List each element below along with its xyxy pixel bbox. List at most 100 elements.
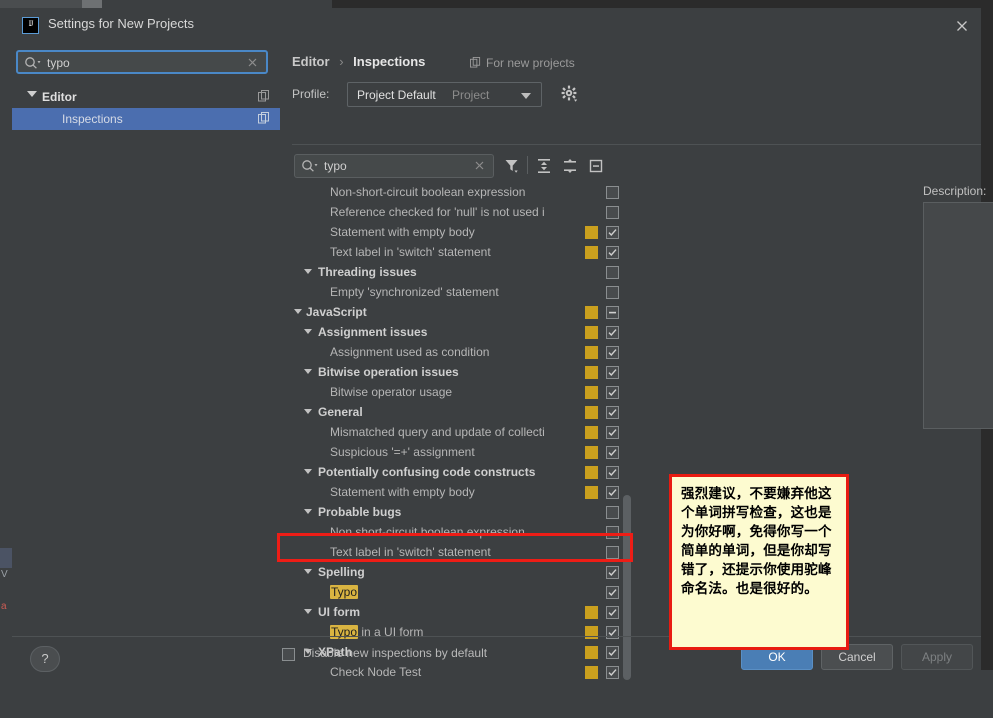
copy-icon[interactable] — [258, 90, 270, 105]
sidebar-item-editor[interactable]: Editor — [12, 86, 280, 108]
clear-icon[interactable] — [246, 56, 259, 72]
inspection-checkbox[interactable] — [606, 326, 619, 339]
inspection-row-label: Empty 'synchronized' statement — [330, 285, 499, 299]
inspection-row[interactable]: Empty 'synchronized' statement — [294, 282, 634, 302]
inspection-row[interactable]: Mismatched query and update of collecti — [294, 422, 634, 442]
chevron-down-icon[interactable] — [304, 509, 312, 514]
severity-swatch[interactable] — [585, 606, 598, 619]
inspection-row[interactable]: Reference checked for 'null' is not used… — [294, 202, 634, 222]
filter-icon[interactable] — [502, 156, 522, 176]
inspection-checkbox[interactable] — [606, 526, 619, 539]
inspection-checkbox[interactable] — [606, 266, 619, 279]
inspection-row-label: Probable bugs — [318, 505, 402, 519]
gear-icon[interactable] — [560, 84, 582, 106]
inspection-checkbox[interactable] — [606, 546, 619, 559]
severity-swatch[interactable] — [585, 346, 598, 359]
inspection-checkbox[interactable] — [606, 246, 619, 259]
inspection-row[interactable]: General — [294, 402, 634, 422]
expand-all-icon[interactable] — [534, 156, 554, 176]
inspection-row[interactable]: Potentially confusing code constructs — [294, 462, 634, 482]
breadcrumb: Editor › Inspections — [292, 54, 425, 69]
breadcrumb-parent[interactable]: Editor — [292, 54, 330, 69]
severity-swatch[interactable] — [585, 426, 598, 439]
profile-label: Profile: — [292, 87, 330, 101]
inspection-row[interactable]: Bitwise operation issues — [294, 362, 634, 382]
inspection-checkbox[interactable] — [606, 426, 619, 439]
group-by-icon[interactable] — [586, 156, 606, 176]
clear-icon[interactable] — [473, 159, 486, 175]
severity-swatch[interactable] — [585, 386, 598, 399]
inspection-row[interactable]: Assignment used as condition — [294, 342, 634, 362]
inspection-checkbox[interactable] — [606, 446, 619, 459]
severity-swatch[interactable] — [585, 366, 598, 379]
chevron-down-icon[interactable] — [27, 91, 37, 97]
chevron-down-icon[interactable] — [304, 269, 312, 274]
inspection-row[interactable]: Non-short-circuit boolean expression — [294, 182, 634, 202]
inspection-row[interactable]: Bitwise operator usage — [294, 382, 634, 402]
inspection-row-label: Potentially confusing code constructs — [318, 465, 536, 479]
chevron-down-icon[interactable] — [304, 369, 312, 374]
inspection-checkbox[interactable] — [606, 386, 619, 399]
collapse-all-icon[interactable] — [560, 156, 580, 176]
for-new-projects-text: For new projects — [486, 56, 575, 70]
severity-swatch[interactable] — [585, 466, 598, 479]
inspection-row-label: Threading issues — [318, 265, 417, 279]
sidebar-item-inspections[interactable]: Inspections — [12, 108, 280, 130]
inspection-checkbox[interactable] — [606, 466, 619, 479]
inspection-row[interactable]: Probable bugs — [294, 502, 634, 522]
inspection-row-label: UI form — [318, 605, 360, 619]
inspection-checkbox[interactable] — [606, 366, 619, 379]
chevron-down-icon[interactable] — [304, 569, 312, 574]
inspection-checkbox[interactable] — [606, 226, 619, 239]
inspection-row[interactable]: Threading issues — [294, 262, 634, 282]
inspection-checkbox[interactable] — [606, 406, 619, 419]
inspections-panel: Editor › Inspections For new projects Pr… — [280, 42, 993, 680]
annotation-note: 强烈建议，不要嫌弃他这个单词拼写检查，这也是为你好啊，免得你写一个简单的单词，但… — [669, 474, 849, 650]
severity-swatch[interactable] — [585, 246, 598, 259]
inspection-row[interactable]: Text label in 'switch' statement — [294, 242, 634, 262]
inspection-checkbox[interactable] — [606, 506, 619, 519]
chevron-down-icon[interactable] — [304, 409, 312, 414]
inspection-search-input[interactable]: typo — [294, 154, 494, 178]
severity-swatch[interactable] — [585, 406, 598, 419]
inspection-checkbox[interactable] — [606, 306, 619, 319]
inspection-row[interactable]: Spelling — [294, 562, 634, 582]
chevron-down-icon[interactable] — [294, 309, 302, 314]
inspection-row[interactable]: JavaScript — [294, 302, 634, 322]
inspection-checkbox[interactable] — [606, 206, 619, 219]
inspection-row[interactable]: Suspicious '=+' assignment — [294, 442, 634, 462]
inspection-checkbox[interactable] — [606, 286, 619, 299]
inspection-tree[interactable]: Non-short-circuit boolean expression Refe… — [294, 182, 634, 680]
inspection-row[interactable]: Statement with empty body — [294, 222, 634, 242]
severity-swatch[interactable] — [585, 486, 598, 499]
intellij-logo-icon — [22, 17, 39, 34]
inspection-row[interactable]: Statement with empty body — [294, 482, 634, 502]
inspection-row[interactable]: UI form — [294, 602, 634, 622]
sidebar-search-input[interactable]: typo — [16, 50, 268, 74]
inspection-checkbox[interactable] — [606, 566, 619, 579]
inspection-row[interactable]: Non short-circuit boolean expression — [294, 522, 634, 542]
profile-dropdown[interactable]: Project Default Project — [347, 82, 542, 107]
inspection-row-label: Non short-circuit boolean expression — [330, 525, 525, 539]
inspection-checkbox[interactable] — [606, 586, 619, 599]
severity-swatch[interactable] — [585, 326, 598, 339]
severity-swatch[interactable] — [585, 226, 598, 239]
chevron-down-icon[interactable] — [304, 609, 312, 614]
close-icon[interactable] — [952, 16, 972, 36]
chevron-down-icon[interactable] — [304, 469, 312, 474]
help-button[interactable]: ? — [30, 646, 60, 672]
inspection-row[interactable]: Typo — [294, 582, 634, 602]
search-icon — [24, 56, 42, 70]
inspection-checkbox[interactable] — [606, 606, 619, 619]
inspection-row[interactable]: Assignment issues — [294, 322, 634, 342]
inspection-checkbox[interactable] — [606, 346, 619, 359]
inspection-row[interactable]: Text label in 'switch' statement — [294, 542, 634, 562]
severity-swatch[interactable] — [585, 446, 598, 459]
chevron-down-icon[interactable] — [304, 329, 312, 334]
inspection-row-label: Assignment issues — [318, 325, 428, 339]
apply-button[interactable]: Apply — [901, 644, 973, 670]
severity-swatch[interactable] — [585, 306, 598, 319]
inspection-checkbox[interactable] — [606, 486, 619, 499]
copy-icon[interactable] — [258, 112, 270, 127]
inspection-checkbox[interactable] — [606, 186, 619, 199]
